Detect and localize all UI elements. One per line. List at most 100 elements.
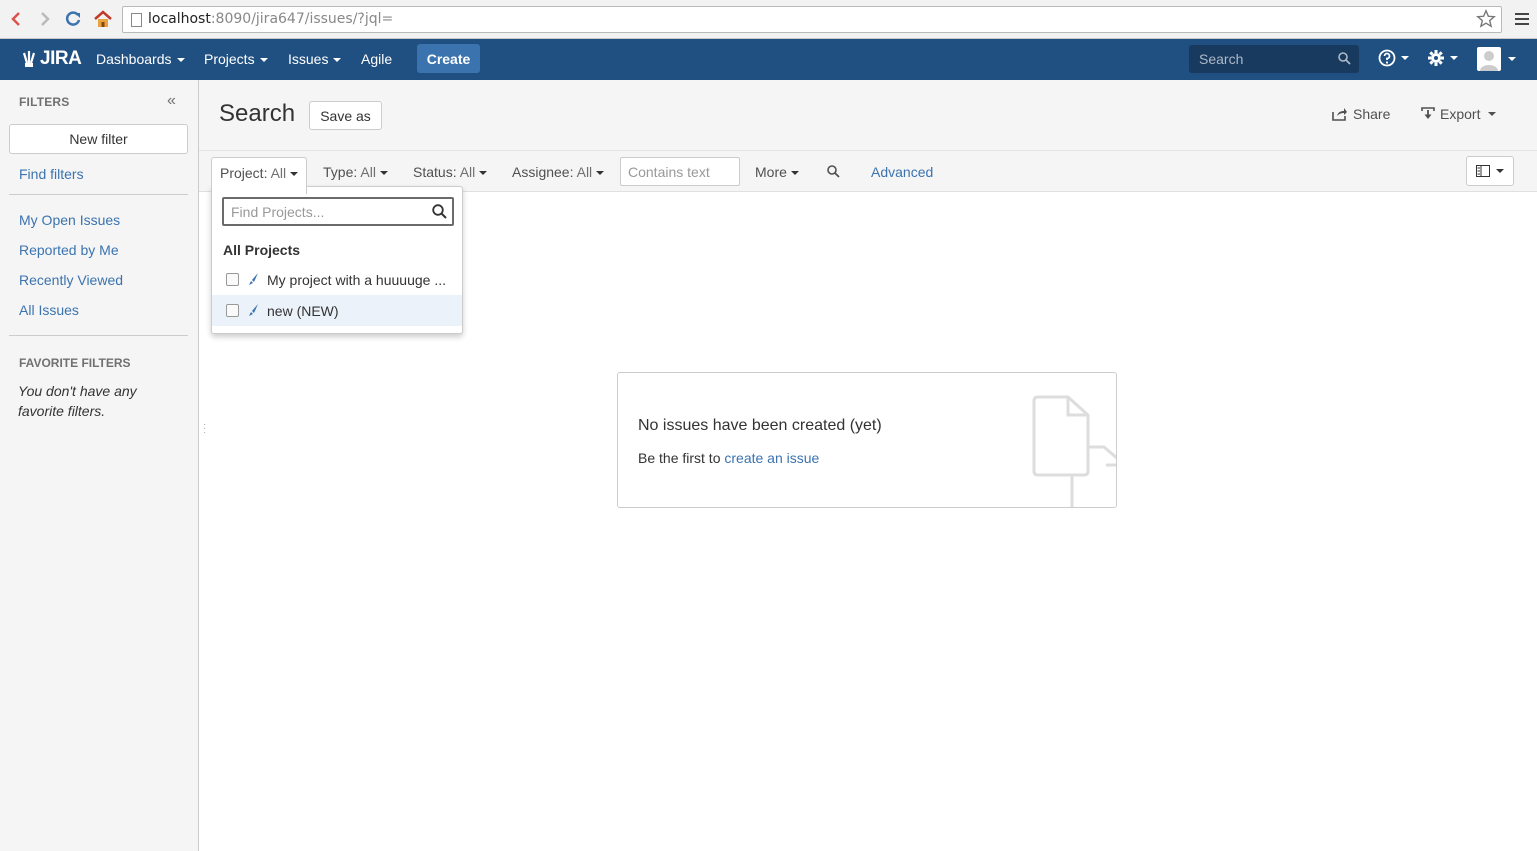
help-icon (1378, 49, 1396, 67)
admin-menu[interactable] (1427, 49, 1458, 67)
page-icon (131, 13, 142, 27)
nav-issues-label: Issues (288, 51, 329, 67)
project-dropdown: Find Projects... All Projects My project… (211, 186, 463, 334)
empty-state-title: No issues have been created (yet) (638, 417, 882, 434)
sidebar-divider (9, 335, 188, 336)
chevron-down-icon (790, 171, 799, 176)
contains-text-input[interactable]: Contains text (620, 157, 740, 186)
chevron-down-icon (379, 171, 388, 176)
project-option[interactable]: new (NEW) (212, 295, 462, 326)
chevron-down-icon (1450, 56, 1458, 60)
bookmark-star-icon[interactable] (1475, 8, 1497, 33)
nav-projects[interactable]: Projects (204, 51, 268, 67)
status-criteria-button[interactable]: Status: All (413, 164, 488, 180)
chevron-down-icon (479, 171, 488, 176)
sidebar-divider (9, 194, 188, 195)
project-rocket-icon (248, 272, 260, 289)
export-label: Export (1440, 106, 1481, 122)
project-criteria-label: Project: (220, 165, 268, 181)
nav-agile[interactable]: Agile (361, 51, 392, 67)
search-icon (1338, 52, 1351, 68)
nav-dashboards-label: Dashboards (96, 51, 172, 67)
forward-icon[interactable] (34, 8, 56, 30)
sidebar-title: FILTERS (19, 95, 70, 109)
type-criteria-label: Type: (323, 164, 358, 180)
empty-state-text: Be the first to create an issue (638, 450, 819, 466)
project-criteria-button[interactable]: Project: All (211, 157, 307, 194)
chevron-down-icon (596, 171, 605, 176)
app-header: JIRA Dashboards Projects Issues Agile Cr… (0, 39, 1537, 80)
sidebar-item-my-open-issues[interactable]: My Open Issues (19, 212, 120, 228)
create-button[interactable]: Create (417, 44, 480, 73)
search-icon (432, 204, 447, 222)
status-criteria-value: All (459, 164, 476, 180)
find-projects-input[interactable]: Find Projects... (222, 197, 454, 226)
project-option-label: My project with a huuuuge ... (267, 271, 446, 288)
project-option-label: new (NEW) (267, 302, 339, 319)
assignee-criteria-button[interactable]: Assignee: All (512, 164, 605, 180)
user-menu[interactable] (1477, 47, 1516, 71)
export-button[interactable]: Export (1421, 106, 1497, 122)
empty-state-panel: No issues have been created (yet) Be the… (617, 372, 1117, 508)
jira-logo[interactable]: JIRA (20, 48, 82, 70)
create-issue-link[interactable]: create an issue (724, 450, 819, 466)
assignee-criteria-label: Assignee: (512, 164, 574, 180)
sidebar-item-recently-viewed[interactable]: Recently Viewed (19, 272, 123, 288)
address-bar[interactable]: localhost:8090/jira647/issues/?jql= (122, 6, 1502, 33)
project-checkbox[interactable] (226, 304, 239, 317)
jira-logo-text: JIRA (40, 48, 82, 69)
share-button[interactable]: Share (1332, 106, 1390, 122)
help-menu[interactable] (1378, 49, 1409, 67)
project-option[interactable]: My project with a huuuuge ... (212, 264, 462, 295)
type-criteria-button[interactable]: Type: All (323, 164, 388, 180)
chevron-down-icon (333, 58, 342, 63)
back-icon[interactable] (5, 8, 27, 30)
find-projects-placeholder: Find Projects... (231, 204, 325, 220)
quick-search-placeholder: Search (1199, 51, 1244, 67)
sidebar-item-reported-by-me[interactable]: Reported by Me (19, 242, 119, 258)
nav-issues[interactable]: Issues (288, 51, 342, 67)
avatar-icon (1477, 47, 1501, 71)
search-header: Search Save as Share Export (199, 80, 1537, 150)
chevron-down-icon (1508, 57, 1516, 61)
assignee-criteria-value: All (576, 164, 593, 180)
filters-sidebar: FILTERS « New filter Find filters My Ope… (0, 80, 199, 851)
sidebar-resize-handle[interactable]: · · · (203, 420, 206, 438)
quick-search-input[interactable]: Search (1189, 45, 1359, 73)
status-criteria-label: Status: (413, 164, 457, 180)
gear-icon (1428, 50, 1444, 66)
more-criteria-button[interactable]: More (755, 164, 799, 180)
all-projects-heading: All Projects (223, 242, 301, 258)
nav-agile-label: Agile (361, 51, 393, 67)
search-button[interactable] (827, 165, 840, 181)
type-criteria-value: All (360, 164, 376, 180)
layout-switcher-button[interactable] (1466, 156, 1514, 186)
project-checkbox[interactable] (226, 273, 239, 286)
jira-logo-icon (22, 51, 36, 67)
nav-dashboards[interactable]: Dashboards (96, 51, 185, 67)
new-filter-button[interactable]: New filter (9, 124, 188, 154)
save-as-button[interactable]: Save as (309, 101, 382, 130)
find-filters-link[interactable]: Find filters (19, 166, 84, 182)
browser-toolbar: localhost:8090/jira647/issues/?jql= (0, 0, 1537, 39)
collapse-sidebar-icon[interactable]: « (167, 92, 176, 110)
page-title: Search (219, 100, 296, 127)
favorite-filters-title: FAVORITE FILTERS (19, 356, 131, 370)
url-path: :8090/jira647/issues/?jql= (210, 11, 394, 27)
sidebar-item-all-issues[interactable]: All Issues (19, 302, 79, 318)
search-icon (827, 165, 840, 178)
home-icon[interactable] (92, 8, 114, 30)
more-criteria-label: More (755, 164, 787, 180)
chevron-down-icon (1401, 56, 1409, 60)
chevron-down-icon (176, 58, 185, 63)
url-host: localhost (148, 11, 211, 27)
favorite-filters-empty: You don't have any favorite filters. (18, 383, 137, 419)
chevron-down-icon (1488, 112, 1497, 116)
advanced-search-link[interactable]: Advanced (871, 164, 933, 180)
project-rocket-icon (248, 303, 260, 320)
share-label: Share (1353, 106, 1391, 122)
empty-state-prefix: Be the first to (638, 450, 721, 466)
project-criteria-value: All (270, 165, 287, 181)
browser-menu-icon[interactable] (1515, 10, 1529, 28)
reload-icon[interactable] (62, 8, 84, 30)
